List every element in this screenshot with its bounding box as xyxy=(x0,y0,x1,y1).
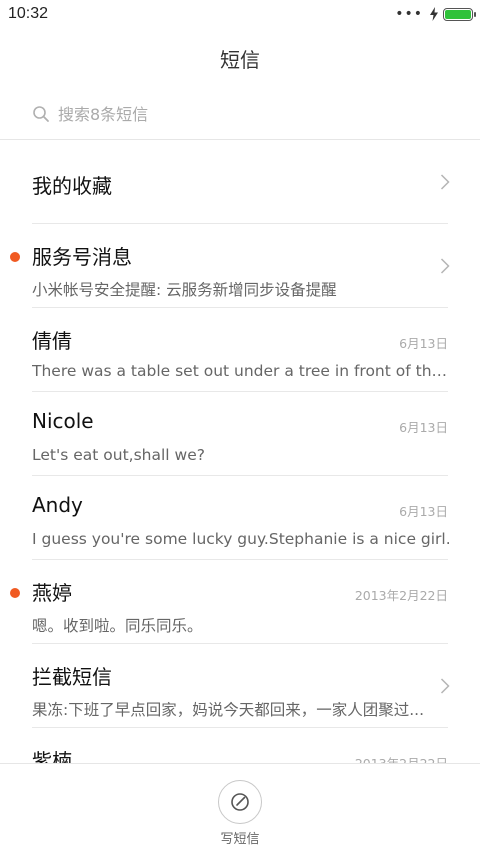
conversation-date: 6月13日 xyxy=(399,336,448,351)
unread-dot-icon xyxy=(10,252,20,262)
status-icons: ••• xyxy=(395,6,476,22)
conversation-list: 我的收藏 服务号消息 小米帐号安全提醒: 云服务新增同步设备提醒 倩倩 6月13… xyxy=(0,140,480,812)
conversation-item[interactable]: Nicole 6月13日 Let's eat out,shall we? xyxy=(0,392,480,476)
conversation-name: 燕婷 xyxy=(32,581,72,605)
conversation-name: 服务号消息 xyxy=(32,245,132,269)
conversation-item[interactable]: 倩倩 6月13日 There was a table set out under… xyxy=(0,308,480,392)
conversation-snippet: There was a table set out under a tree i… xyxy=(32,362,452,380)
conversation-name: Nicole xyxy=(32,409,94,433)
conversation-date: 6月13日 xyxy=(399,420,448,435)
conversation-date: 2013年2月22日 xyxy=(354,588,448,603)
conversation-snippet: I guess you're some lucky guy.Stephanie … xyxy=(32,530,451,548)
search-input[interactable] xyxy=(58,104,418,124)
conversation-item[interactable]: 燕婷 2013年2月22日 嗯。收到啦。同乐同乐。 xyxy=(0,560,480,644)
status-bar: 10:32 ••• xyxy=(0,0,480,28)
conversation-snippet: Let's eat out,shall we? xyxy=(32,446,205,464)
signal-dots-icon: ••• xyxy=(395,6,423,22)
unread-dot-icon xyxy=(10,588,20,598)
conversation-date: 6月13日 xyxy=(399,504,448,519)
conversation-favorites[interactable]: 我的收藏 xyxy=(0,140,480,224)
compose-icon xyxy=(231,793,249,811)
compose-label: 写短信 xyxy=(220,832,260,847)
compose-button[interactable] xyxy=(218,780,262,824)
conversation-snippet: 嗯。收到啦。同乐同乐。 xyxy=(32,617,203,635)
chevron-right-icon xyxy=(440,678,450,694)
conversation-name: 倩倩 xyxy=(32,329,72,353)
conversation-name: 拦截短信 xyxy=(32,665,112,689)
conversation-service[interactable]: 服务号消息 小米帐号安全提醒: 云服务新增同步设备提醒 xyxy=(0,224,480,308)
page-title: 短信 xyxy=(220,48,260,72)
search-icon xyxy=(33,106,49,122)
chevron-right-icon xyxy=(440,174,450,190)
battery-icon xyxy=(443,7,476,21)
bottom-bar: 写短信 xyxy=(0,763,480,853)
conversation-item[interactable]: Andy 6月13日 I guess you're some lucky guy… xyxy=(0,476,480,560)
conversation-snippet: 果冻:下班了早点回家，妈说今天都回来，一家人团聚过... xyxy=(32,701,425,719)
charging-bolt-icon xyxy=(430,7,438,21)
search-bar[interactable] xyxy=(32,100,448,128)
conversation-name: Andy xyxy=(32,493,83,517)
conversation-name: 我的收藏 xyxy=(32,174,112,198)
chevron-right-icon xyxy=(440,258,450,274)
conversation-snippet: 小米帐号安全提醒: 云服务新增同步设备提醒 xyxy=(32,281,337,299)
conversation-blocked[interactable]: 拦截短信 果冻:下班了早点回家，妈说今天都回来，一家人团聚过... xyxy=(0,644,480,728)
status-time: 10:32 xyxy=(8,5,49,22)
